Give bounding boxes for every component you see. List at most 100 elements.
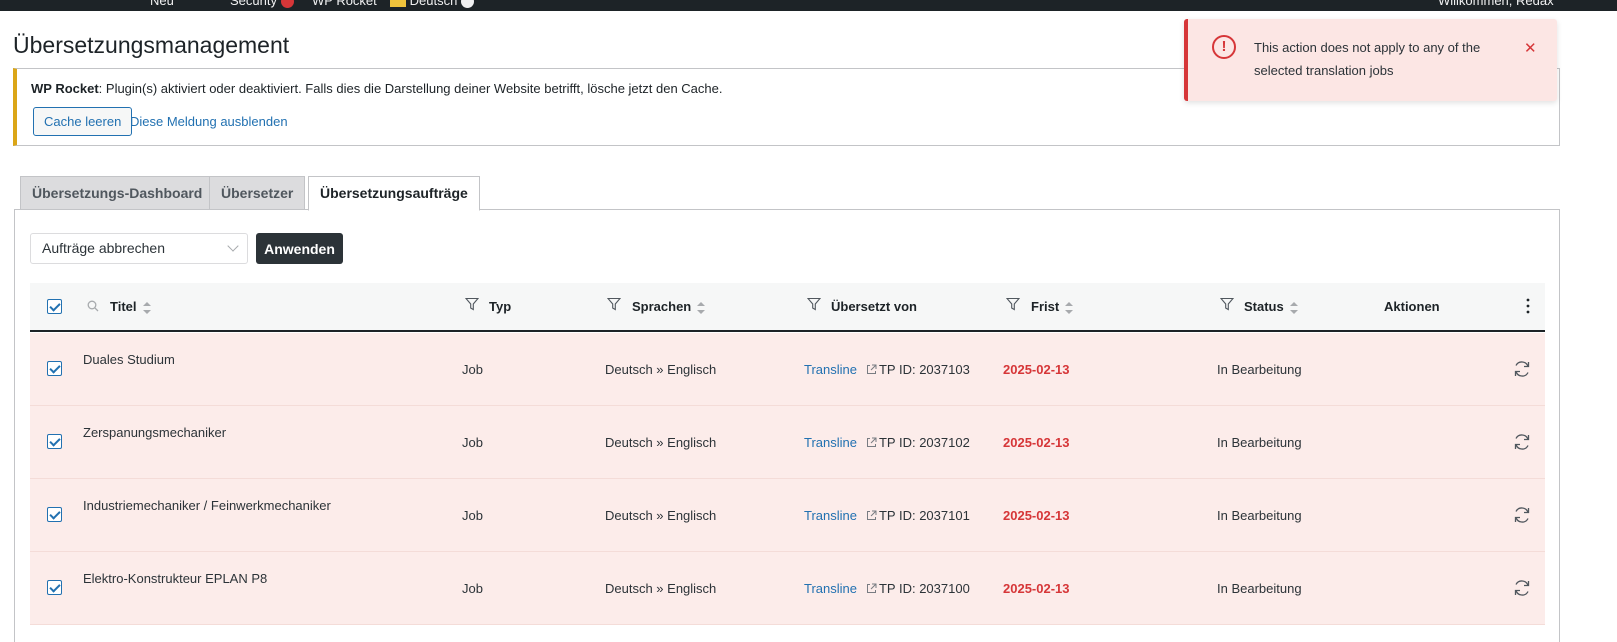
filter-icon[interactable] [465,297,479,311]
bulk-action-select[interactable]: Aufträge abbrechen [30,233,248,264]
table-row[interactable]: Zerspanungsmechaniker Job Deutsch » Engl… [30,406,1545,479]
close-icon[interactable]: ✕ [1524,39,1537,57]
more-options-icon[interactable] [1526,297,1530,315]
column-status-label: Status [1244,299,1284,314]
sort-icon [1289,301,1298,314]
refresh-icon[interactable] [1512,432,1532,452]
dismiss-notice-link[interactable]: Diese Meldung ausblenden [130,114,288,129]
admin-bar: Neu Security WP Rocket Deutsch Willkomme… [0,0,1617,11]
column-translated-by: Übersetzt von [831,299,917,314]
language-badge [460,0,474,9]
page-title: Übersetzungsmanagement [13,32,290,58]
job-title[interactable]: Zerspanungsmechaniker [83,425,226,440]
column-title[interactable]: Titel [110,299,151,314]
job-type: Job [462,508,483,523]
column-deadline-label: Frist [1031,299,1060,314]
tp-id: TP ID: 2037102 [878,435,970,450]
tab-translation-jobs[interactable]: Übersetzungsaufträge [308,176,480,211]
external-link-icon [866,364,877,374]
column-deadline[interactable]: Frist [1031,299,1074,314]
column-type: Typ [489,299,512,314]
row-checkbox[interactable] [47,434,62,449]
tp-id: TP ID: 2037101 [878,508,970,523]
bulk-action-value: Aufträge abbrechen [42,240,165,256]
column-actions: Aktionen [1384,299,1440,314]
search-icon[interactable] [87,300,99,312]
job-translator: Transline TP ID: 2037102 [804,435,970,450]
job-status: In Bearbeitung [1217,435,1302,450]
filter-icon[interactable] [807,297,821,311]
tp-id: TP ID: 2037100 [878,581,970,596]
translator-link[interactable]: Transline [804,362,857,377]
job-type: Job [462,581,483,596]
row-checkbox[interactable] [47,361,62,376]
chevron-down-icon [227,240,239,252]
external-link-icon [866,437,877,447]
admin-bar-new[interactable]: Neu [150,0,174,8]
select-all-checkbox[interactable] [47,299,62,314]
admin-bar-language[interactable]: Deutsch [390,0,474,9]
job-languages: Deutsch » Englisch [605,581,717,596]
job-title[interactable]: Duales Studium [83,352,175,367]
admin-bar-security[interactable]: Security [230,0,294,9]
clear-cache-button[interactable]: Cache leeren [33,107,133,136]
refresh-icon[interactable] [1512,359,1532,379]
column-title-label: Titel [110,299,137,314]
column-languages[interactable]: Sprachen [632,299,706,314]
table-row[interactable]: Duales Studium Job Deutsch » Englisch Tr… [30,333,1545,406]
sort-icon [142,301,151,314]
job-status: In Bearbeitung [1217,508,1302,523]
tab-translators[interactable]: Übersetzer [209,176,306,210]
job-title[interactable]: Elektro-Konstrukteur EPLAN P8 [83,571,267,586]
tp-id: TP ID: 2037103 [878,362,970,377]
refresh-icon[interactable] [1512,505,1532,525]
external-link-icon [866,583,877,593]
admin-bar-wp-rocket[interactable]: WP Rocket [312,0,377,8]
alert-circle-icon: ! [1212,35,1236,59]
job-languages: Deutsch » Englisch [605,508,717,523]
external-link-icon [866,510,877,520]
job-translator: Transline TP ID: 2037100 [804,581,970,596]
job-languages: Deutsch » Englisch [605,362,717,377]
refresh-icon[interactable] [1512,578,1532,598]
column-languages-label: Sprachen [632,299,692,314]
sort-icon [697,301,706,314]
translator-link[interactable]: Transline [804,508,857,523]
row-checkbox[interactable] [47,580,62,595]
job-deadline: 2025-02-13 [1003,581,1070,596]
flag-icon [390,0,406,8]
filter-icon[interactable] [1220,297,1234,311]
row-checkbox[interactable] [47,507,62,522]
job-status: In Bearbeitung [1217,581,1302,596]
toast-message: This action does not apply to any of the… [1254,40,1481,78]
admin-bar-security-label: Security [230,0,277,8]
job-type: Job [462,362,483,377]
column-status[interactable]: Status [1244,299,1298,314]
job-deadline: 2025-02-13 [1003,508,1070,523]
job-deadline: 2025-02-13 [1003,435,1070,450]
job-title[interactable]: Industriemechaniker / Feinwerkmechaniker [83,498,331,513]
translator-link[interactable]: Transline [804,435,857,450]
admin-bar-language-label: Deutsch [409,0,458,8]
job-status: In Bearbeitung [1217,362,1302,377]
notice-message: WP Rocket: Plugin(s) aktiviert oder deak… [31,81,723,96]
translator-link[interactable]: Transline [804,581,857,596]
admin-bar-greeting[interactable]: Willkommen, Redax [1438,0,1554,8]
job-translator: Transline TP ID: 2037103 [804,362,970,377]
table-header: Titel Typ Sprachen Übersetzt von Frist S… [30,283,1545,332]
notice-brand: WP Rocket [31,81,99,96]
job-translator: Transline TP ID: 2037101 [804,508,970,523]
error-toast: ! This action does not apply to any of t… [1184,19,1557,101]
apply-button[interactable]: Anwenden [256,233,343,264]
filter-icon[interactable] [1006,297,1020,311]
filter-icon[interactable] [607,297,621,311]
security-count-badge [280,0,294,9]
job-languages: Deutsch » Englisch [605,435,717,450]
table-row[interactable]: Elektro-Konstrukteur EPLAN P8 Job Deutsc… [30,552,1545,625]
table-row[interactable]: Industriemechaniker / Feinwerkmechaniker… [30,479,1545,552]
job-deadline: 2025-02-13 [1003,362,1070,377]
tab-dashboard[interactable]: Übersetzungs-Dashboard [20,176,215,210]
notice-text: : Plugin(s) aktiviert oder deaktiviert. … [98,81,723,96]
job-type: Job [462,435,483,450]
sort-icon [1065,301,1074,314]
